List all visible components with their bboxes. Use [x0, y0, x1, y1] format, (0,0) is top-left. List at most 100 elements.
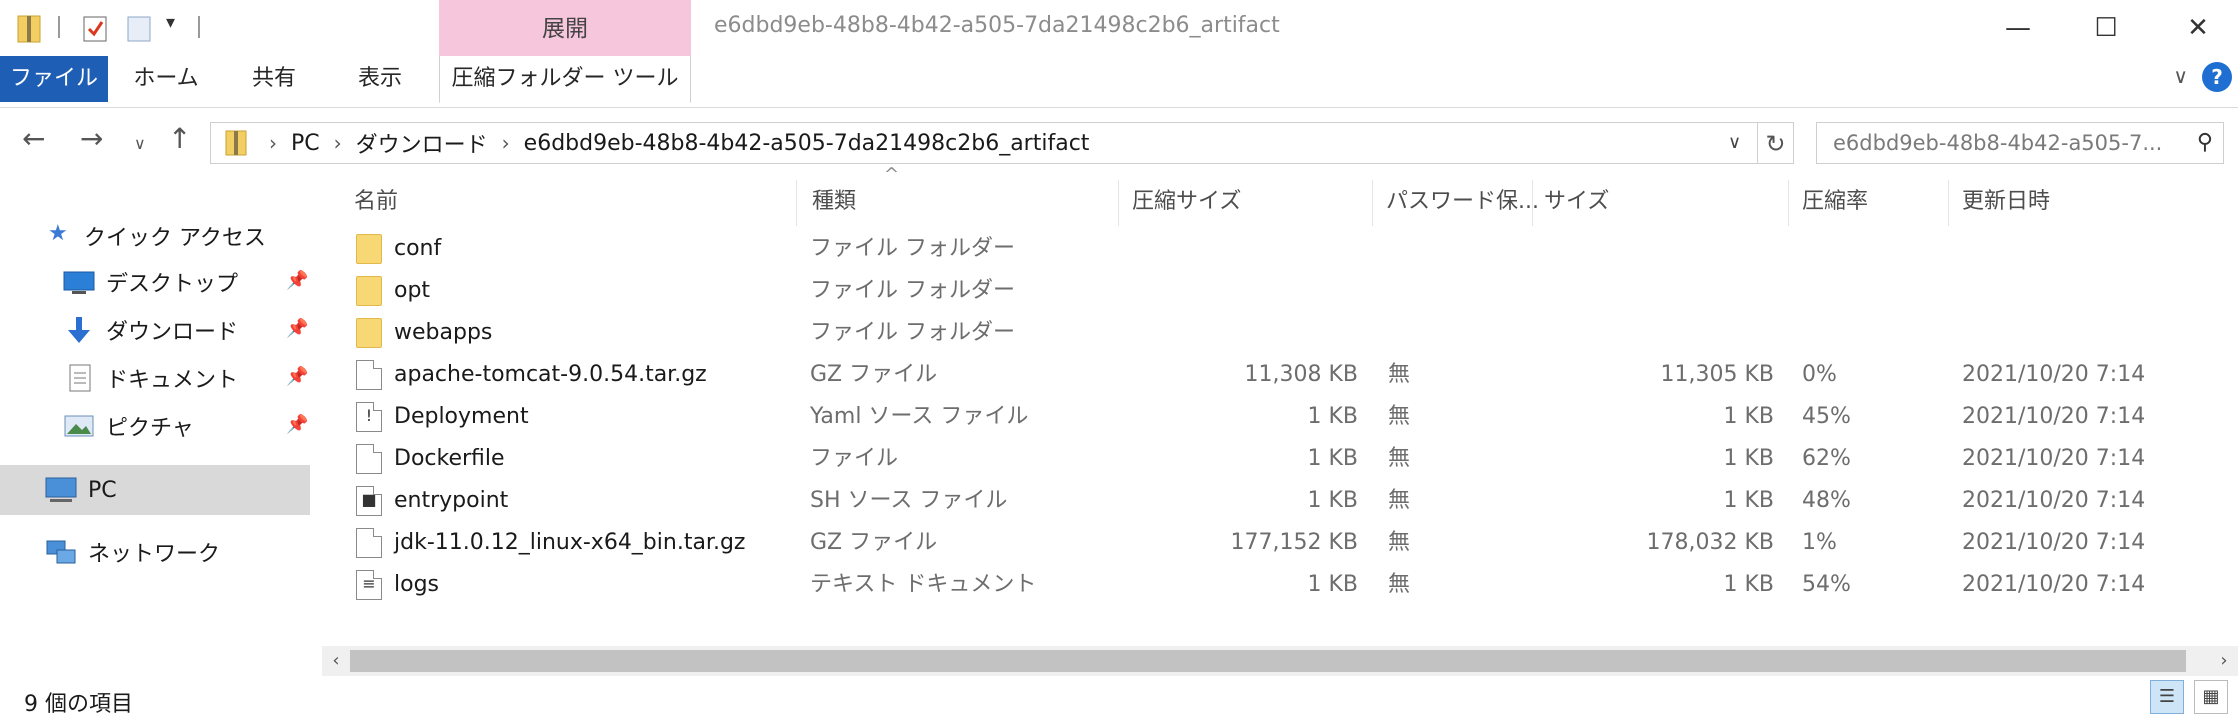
download-arrow-icon	[62, 315, 96, 345]
cell-password	[1388, 228, 1508, 270]
pin-icon[interactable]: 📌	[286, 318, 308, 339]
close-button[interactable]: ✕	[2168, 6, 2228, 50]
column-name[interactable]: 名前	[354, 178, 398, 226]
file-row[interactable]: opt ファイル フォルダー	[324, 270, 2238, 312]
scroll-left-icon[interactable]: ‹	[322, 646, 350, 676]
status-item-count: 9 個の項目	[24, 692, 133, 717]
search-placeholder: e6dbd9eb-48b8-4b42-a505-7...	[1833, 131, 2163, 155]
column-divider[interactable]	[1788, 180, 1789, 226]
column-divider[interactable]	[1372, 180, 1373, 226]
tab-view[interactable]: 表示	[340, 56, 420, 102]
cell-name: opt	[394, 278, 431, 303]
customize-toolbar-dropdown[interactable]: ▾	[166, 12, 175, 33]
pin-icon[interactable]: 📌	[286, 414, 308, 435]
search-input[interactable]: e6dbd9eb-48b8-4b42-a505-7... ⚲	[1816, 122, 2224, 164]
help-icon[interactable]: ?	[2202, 62, 2232, 92]
search-icon[interactable]: ⚲	[2197, 123, 2213, 163]
column-size[interactable]: サイズ	[1544, 178, 1609, 226]
ribbon-expand-chevron-icon[interactable]: ∨	[2173, 64, 2188, 88]
nav-label: ピクチャ	[106, 416, 194, 441]
cell-size: 1 KB	[1723, 572, 1774, 597]
breadcrumb-artifact[interactable]: e6dbd9eb-48b8-4b42-a505-7da21498c2b6_art…	[524, 131, 1090, 156]
address-bar[interactable]: › PC › ダウンロード › e6dbd9eb-48b8-4b42-a505-…	[210, 122, 1758, 164]
column-divider[interactable]	[1118, 180, 1119, 226]
cell-name: webapps	[394, 320, 493, 345]
column-divider[interactable]	[1532, 180, 1533, 226]
cell-password: 無	[1388, 530, 1411, 555]
scroll-right-icon[interactable]: ›	[2210, 646, 2238, 676]
file-row[interactable]: ≡ logs テキスト ドキュメント 1 KB 無 1 KB 54% 2021/10/20 7…	[324, 564, 2238, 606]
title-bar: ▾ 展開 e6dbd9eb-48b8-4b42-a505-7da21498c2b…	[0, 0, 2238, 56]
nav-downloads[interactable]: ダウンロード	[62, 308, 238, 352]
cell-packed-size: 177,152 KB	[1230, 530, 1359, 555]
file-row[interactable]: Dockerfile ファイル 1 KB 無 1 KB 62% 2021/10/20 7:1…	[324, 438, 2238, 480]
cell-password: 無	[1388, 488, 1411, 513]
cell-size: 178,032 KB	[1646, 530, 1775, 555]
cell-packed-size: 1 KB	[1307, 404, 1358, 429]
folder-icon	[356, 276, 382, 306]
address-dropdown-icon[interactable]: ∨	[1728, 132, 1741, 153]
file-row[interactable]: jdk-11.0.12_linux-x64_bin.tar.gz GZ ファイル 1…	[324, 522, 2238, 564]
column-password[interactable]: パスワード保...	[1386, 178, 1539, 226]
file-icon	[356, 528, 382, 558]
column-type[interactable]: 種類	[812, 178, 856, 226]
nav-documents[interactable]: ドキュメント	[62, 356, 238, 400]
nav-pc[interactable]: PC	[44, 468, 117, 512]
file-row[interactable]: webapps ファイル フォルダー	[324, 312, 2238, 354]
column-packed-size[interactable]: 圧縮サイズ	[1132, 178, 1241, 226]
cell-modified	[1962, 312, 2222, 354]
breadcrumb-pc[interactable]: PC	[291, 131, 320, 156]
properties-icon[interactable]	[80, 12, 110, 44]
column-ratio[interactable]: 圧縮率	[1802, 178, 1868, 226]
tab-share[interactable]: 共有	[234, 56, 314, 102]
cell-size: 11,305 KB	[1660, 362, 1775, 387]
file-icon	[356, 444, 382, 474]
cell-packed-size: 1 KB	[1307, 446, 1358, 471]
horizontal-scrollbar[interactable]: ‹ ›	[322, 646, 2238, 676]
minimize-button[interactable]: —	[1988, 6, 2048, 50]
file-row[interactable]: conf ファイル フォルダー	[324, 228, 2238, 270]
cell-type: GZ ファイル	[810, 530, 938, 555]
cell-packed-size: 1 KB	[1307, 488, 1358, 513]
toolbar-separator	[58, 16, 60, 38]
nav-network[interactable]: ネットワーク	[44, 530, 220, 574]
context-tab-group-label: 展開	[439, 0, 691, 56]
column-divider[interactable]	[796, 180, 797, 226]
new-folder-icon[interactable]	[124, 12, 154, 44]
large-icons-view-button[interactable]: ▦	[2194, 680, 2228, 714]
details-view-button[interactable]: ☰	[2150, 680, 2184, 714]
toolbar-separator	[198, 16, 200, 38]
cell-password: 無	[1388, 362, 1411, 387]
yaml-file-icon: !	[356, 402, 382, 432]
tab-file[interactable]: ファイル	[0, 56, 108, 102]
ribbon-tabs: ファイル ホーム 共有 表示 圧縮フォルダー ツール ∨ ?	[0, 56, 2238, 108]
pin-icon[interactable]: 📌	[286, 366, 308, 387]
column-modified[interactable]: 更新日時	[1962, 178, 2050, 226]
up-button[interactable]: ↑	[168, 122, 191, 155]
file-row[interactable]: ! Deployment Yaml ソース ファイル 1 KB 無 1 KB 45% 2021…	[324, 396, 2238, 438]
cell-name: entrypoint	[394, 488, 509, 513]
nav-pictures[interactable]: ピクチャ	[62, 404, 194, 448]
nav-quick-access[interactable]: ★ クイック アクセス	[48, 214, 266, 258]
tab-compressed-folder-tools[interactable]: 圧縮フォルダー ツール	[439, 56, 691, 103]
nav-desktop[interactable]: デスクトップ	[62, 260, 238, 304]
pin-icon[interactable]: 📌	[286, 270, 308, 291]
refresh-button[interactable]: ↻	[1758, 122, 1794, 164]
recent-locations-dropdown[interactable]: ∨	[134, 134, 146, 153]
breadcrumb-downloads[interactable]: ダウンロード	[356, 127, 488, 159]
tab-home[interactable]: ホーム	[128, 56, 204, 102]
back-button[interactable]: ←	[22, 122, 45, 155]
forward-button[interactable]: →	[80, 122, 103, 155]
scrollbar-thumb[interactable]	[350, 650, 2186, 672]
maximize-button[interactable]: ☐	[2076, 6, 2136, 50]
cell-packed-size: 1 KB	[1307, 572, 1358, 597]
navigation-bar: ← → ∨ ↑ › PC › ダウンロード › e6dbd9eb-48b8-4b…	[0, 110, 2238, 174]
file-row[interactable]: apache-tomcat-9.0.54.tar.gz GZ ファイル 11,308…	[324, 354, 2238, 396]
cell-ratio	[1802, 228, 1932, 270]
cell-packed-size	[1124, 228, 1358, 270]
cell-type: ファイル フォルダー	[810, 278, 1015, 303]
column-divider[interactable]	[1948, 180, 1949, 226]
file-row[interactable]: ■ entrypoint SH ソース ファイル 1 KB 無 1 KB 48% 2021/1…	[324, 480, 2238, 522]
cell-ratio: 0%	[1802, 362, 1837, 387]
pictures-icon	[62, 411, 96, 441]
